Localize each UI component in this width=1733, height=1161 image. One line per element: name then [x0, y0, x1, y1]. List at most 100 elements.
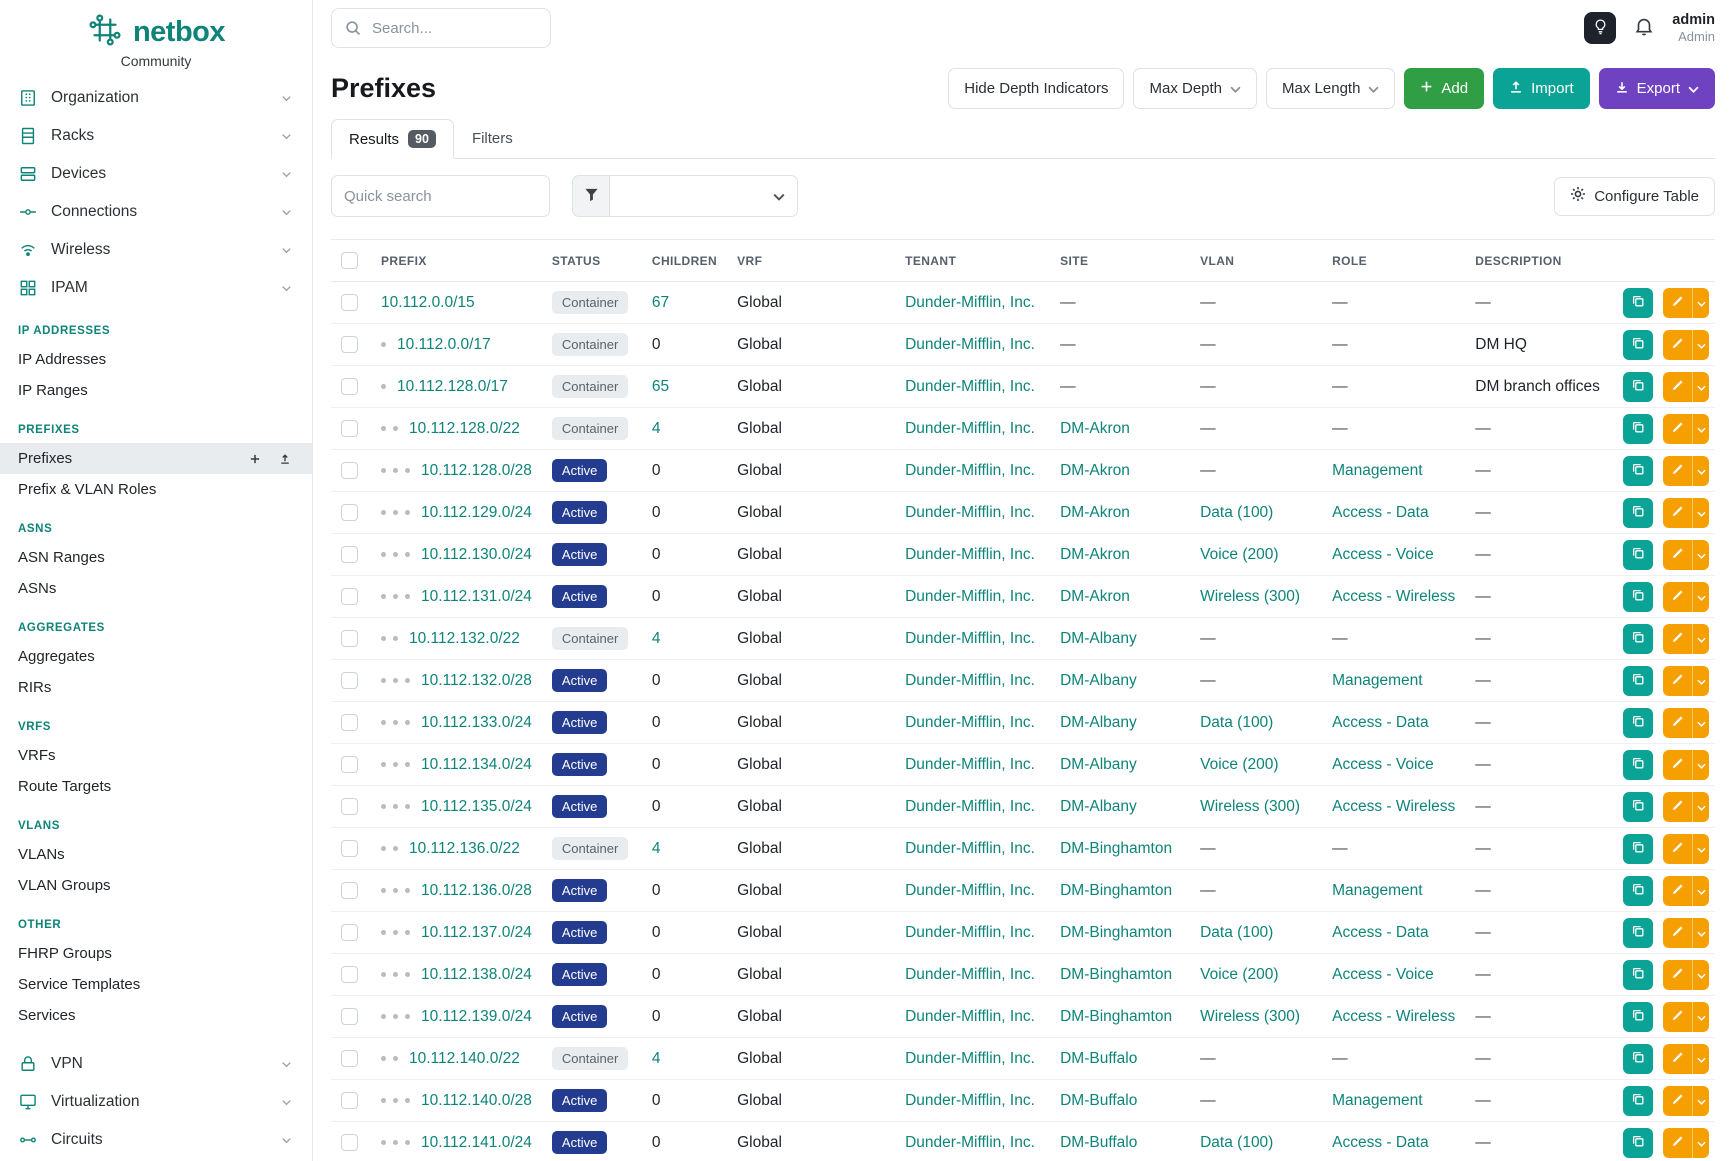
sidebar-item-asn-ranges[interactable]: ASN Ranges [0, 542, 312, 573]
edit-dropdown-caret[interactable] [1692, 666, 1709, 696]
column-header-role[interactable]: ROLE [1322, 240, 1465, 282]
edit-button[interactable] [1663, 708, 1692, 738]
column-header-vlan[interactable]: VLAN [1190, 240, 1322, 282]
row-checkbox[interactable] [341, 1092, 358, 1109]
sidebar-item-prefixes[interactable]: Prefixes [0, 443, 312, 474]
edit-button[interactable] [1663, 666, 1692, 696]
site-link[interactable]: DM-Albany [1060, 672, 1137, 689]
prefix-link[interactable]: 10.112.136.0/22 [409, 840, 520, 857]
column-header-prefix[interactable]: PREFIX [371, 240, 542, 282]
role-link[interactable]: Management [1332, 672, 1422, 689]
role-link[interactable]: Management [1332, 1092, 1422, 1109]
edit-dropdown-caret[interactable] [1692, 288, 1709, 318]
edit-dropdown-caret[interactable] [1692, 708, 1709, 738]
edit-button[interactable] [1663, 288, 1692, 318]
tenant-link[interactable]: Dunder-Mifflin, Inc. [905, 1092, 1035, 1109]
sidebar-item-route-targets[interactable]: Route Targets [0, 771, 312, 802]
edit-dropdown-caret[interactable] [1692, 498, 1709, 528]
global-search-input[interactable] [331, 8, 551, 48]
max-depth-dropdown[interactable]: Max Depth [1133, 68, 1257, 109]
row-checkbox[interactable] [341, 504, 358, 521]
prefix-link[interactable]: 10.112.134.0/24 [421, 756, 532, 773]
column-header-children[interactable]: CHILDREN [642, 240, 727, 282]
sidebar-group-vpn[interactable]: VPN [0, 1045, 312, 1083]
vlan-link[interactable]: Data (100) [1200, 714, 1273, 731]
tenant-link[interactable]: Dunder-Mifflin, Inc. [905, 966, 1035, 983]
copy-button[interactable] [1623, 1044, 1653, 1074]
sidebar-item-aggregates[interactable]: Aggregates [0, 641, 312, 672]
sidebar-item-fhrp-groups[interactable]: FHRP Groups [0, 938, 312, 969]
edit-button[interactable] [1663, 414, 1692, 444]
edit-button[interactable] [1663, 540, 1692, 570]
site-link[interactable]: DM-Buffalo [1060, 1092, 1137, 1109]
export-dropdown[interactable]: Export [1599, 68, 1715, 109]
site-link[interactable]: DM-Akron [1060, 420, 1130, 437]
row-checkbox[interactable] [341, 966, 358, 983]
prefix-link[interactable]: 10.112.139.0/24 [421, 1008, 532, 1025]
copy-button[interactable] [1623, 960, 1653, 990]
role-link[interactable]: Access - Data [1332, 924, 1428, 941]
row-checkbox[interactable] [341, 294, 358, 311]
sidebar-item-prefix-vlan-roles[interactable]: Prefix & VLAN Roles [0, 474, 312, 505]
sidebar-item-vlan-groups[interactable]: VLAN Groups [0, 870, 312, 901]
site-link[interactable]: DM-Binghamton [1060, 882, 1172, 899]
prefix-link[interactable]: 10.112.138.0/24 [421, 966, 532, 983]
edit-button[interactable] [1663, 330, 1692, 360]
row-checkbox[interactable] [341, 1008, 358, 1025]
copy-button[interactable] [1623, 834, 1653, 864]
edit-dropdown-caret[interactable] [1692, 918, 1709, 948]
role-link[interactable]: Access - Wireless [1332, 1008, 1455, 1025]
role-link[interactable]: Access - Data [1332, 714, 1428, 731]
copy-button[interactable] [1623, 1086, 1653, 1116]
row-checkbox[interactable] [341, 672, 358, 689]
prefix-link[interactable]: 10.112.141.0/24 [421, 1134, 532, 1151]
children-count[interactable]: 4 [652, 1050, 661, 1067]
edit-button[interactable] [1663, 876, 1692, 906]
site-link[interactable]: DM-Albany [1060, 714, 1137, 731]
site-link[interactable]: DM-Binghamton [1060, 1008, 1172, 1025]
sidebar-group-organization[interactable]: Organization [0, 79, 312, 117]
edit-dropdown-caret[interactable] [1692, 330, 1709, 360]
select-all-checkbox[interactable] [341, 252, 358, 269]
copy-button[interactable] [1623, 456, 1653, 486]
prefix-link[interactable]: 10.112.137.0/24 [421, 924, 532, 941]
sidebar-item-services[interactable]: Services [0, 1000, 312, 1031]
edit-button[interactable] [1663, 1128, 1692, 1158]
vlan-link[interactable]: Wireless (300) [1200, 588, 1300, 605]
site-link[interactable]: DM-Akron [1060, 504, 1130, 521]
edit-dropdown-caret[interactable] [1692, 456, 1709, 486]
column-header-tenant[interactable]: TENANT [895, 240, 1050, 282]
edit-button[interactable] [1663, 372, 1692, 402]
role-link[interactable]: Management [1332, 882, 1422, 899]
add-button[interactable]: Add [1404, 68, 1484, 109]
theme-toggle-button[interactable] [1584, 12, 1616, 44]
row-checkbox[interactable] [341, 714, 358, 731]
vlan-link[interactable]: Voice (200) [1200, 546, 1278, 563]
row-checkbox[interactable] [341, 546, 358, 563]
tenant-link[interactable]: Dunder-Mifflin, Inc. [905, 630, 1035, 647]
column-header-vrf[interactable]: VRF [727, 240, 895, 282]
edit-dropdown-caret[interactable] [1692, 1086, 1709, 1116]
prefix-link[interactable]: 10.112.140.0/28 [421, 1092, 532, 1109]
role-link[interactable]: Access - Data [1332, 504, 1428, 521]
tenant-link[interactable]: Dunder-Mifflin, Inc. [905, 840, 1035, 857]
copy-button[interactable] [1623, 792, 1653, 822]
configure-table-button[interactable]: Configure Table [1554, 177, 1715, 216]
copy-button[interactable] [1623, 708, 1653, 738]
copy-button[interactable] [1623, 1128, 1653, 1158]
saved-filter-select[interactable] [610, 175, 798, 217]
prefix-link[interactable]: 10.112.128.0/28 [421, 462, 532, 479]
prefix-link[interactable]: 10.112.0.0/15 [381, 294, 475, 311]
copy-button[interactable] [1623, 414, 1653, 444]
edit-dropdown-caret[interactable] [1692, 372, 1709, 402]
site-link[interactable]: DM-Albany [1060, 756, 1137, 773]
edit-button[interactable] [1663, 918, 1692, 948]
tenant-link[interactable]: Dunder-Mifflin, Inc. [905, 714, 1035, 731]
notifications-button[interactable] [1631, 15, 1657, 41]
sidebar-quick-import-button[interactable] [276, 450, 294, 468]
tenant-link[interactable]: Dunder-Mifflin, Inc. [905, 336, 1035, 353]
prefix-link[interactable]: 10.112.132.0/22 [409, 630, 520, 647]
edit-button[interactable] [1663, 582, 1692, 612]
vlan-link[interactable]: Voice (200) [1200, 966, 1278, 983]
row-checkbox[interactable] [341, 630, 358, 647]
